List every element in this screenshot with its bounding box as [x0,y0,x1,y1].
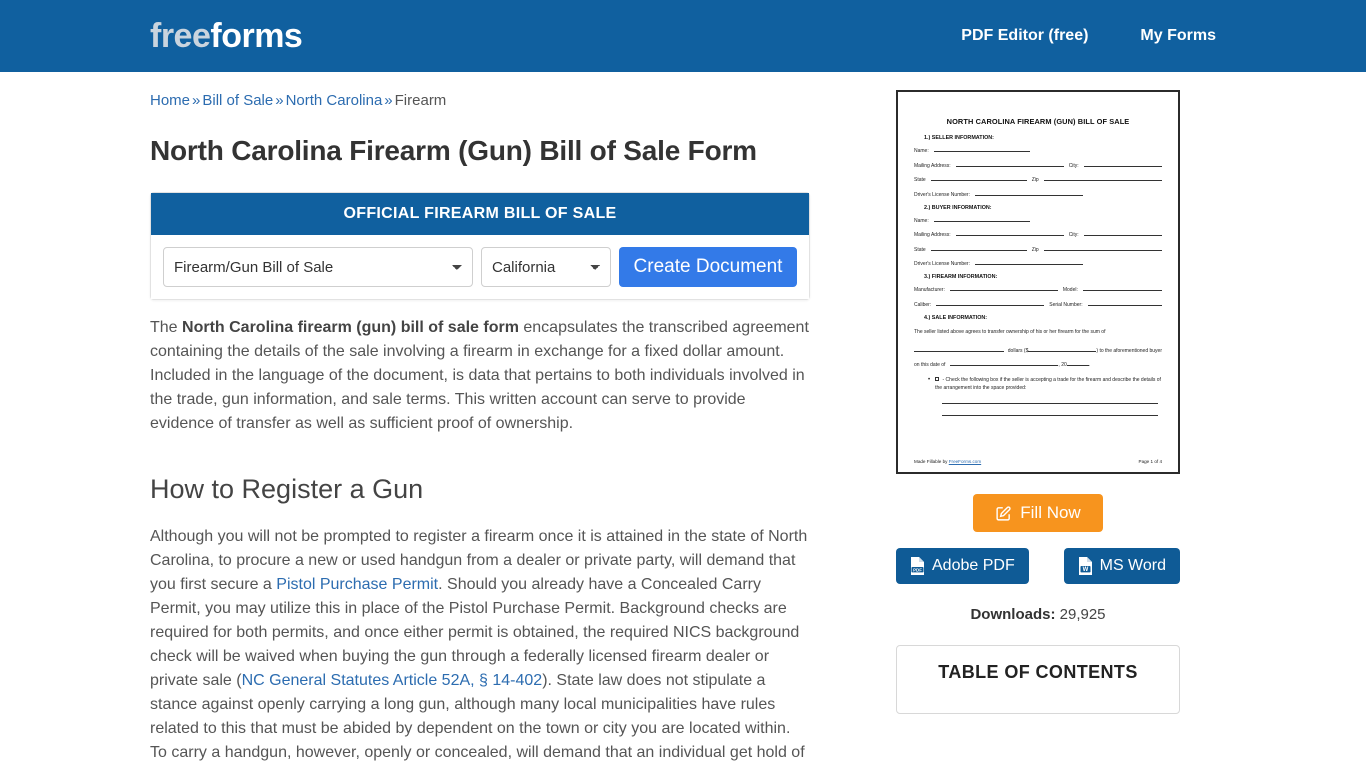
preview-section-buyer: 2.) BUYER INFORMATION: [924,204,992,211]
preview-label-name: Name: [914,148,929,154]
primary-nav: PDF Editor (free) My Forms [961,27,1216,45]
create-document-button[interactable]: Create Document [619,247,797,287]
preview-label-state: State [914,177,926,183]
link-nc-general-statutes[interactable]: NC General Statutes Article 52A, § 14-40… [242,672,543,689]
preview-field-dl: Driver's License Number: [914,190,1162,198]
section-heading-register-gun: How to Register a Gun [150,474,424,504]
preview-label-sale-year: , 20 [1058,362,1067,368]
svg-text:PDF: PDF [913,567,922,572]
preview-label-dl: Driver's License Number: [914,261,970,267]
breadcrumb-item-home[interactable]: Home [150,92,190,109]
preview-label-model: Model: [1062,287,1078,293]
preview-footer: Made Fillable by FreeForms.com Page 1 of… [914,459,1162,464]
table-of-contents-box: TABLE OF CONTENTS [896,645,1180,714]
preview-footer-left: Made Fillable by FreeForms.com [914,459,982,464]
bullet-dot-icon: • [928,377,931,383]
document-generator-widget: OFFICIAL FIREARM BILL OF SALE Firearm/Gu… [150,192,810,300]
document-preview-thumbnail[interactable]: NORTH CAROLINA FIREARM (GUN) BILL OF SAL… [896,90,1180,474]
breadcrumb-current: Firearm [394,92,447,109]
preview-label-name: Name: [914,217,929,224]
breadcrumb-item-north-carolina[interactable]: North Carolina [286,92,383,109]
preview-blank-line [942,415,1158,416]
preview-trade-bullet: • - Check the following box if the selle… [928,376,1162,392]
breadcrumb-item-bill-of-sale[interactable]: Bill of Sale [202,92,273,109]
section-paragraph: Although you will not be prompted to reg… [150,525,810,768]
pencil-square-icon [995,505,1012,522]
nav-item-pdf-editor[interactable]: PDF Editor (free) [961,27,1088,45]
breadcrumb-separator: » [275,92,284,109]
downloads-counter: Downloads: 29,925 [896,606,1180,623]
preview-label-city: City: [1068,162,1079,169]
preview-sale-amount: dollars ($ ) to the aforementioned buyer [914,346,1162,354]
preview-label-state: State [914,246,926,253]
sidebar: NORTH CAROLINA FIREARM (GUN) BILL OF SAL… [896,72,1180,768]
widget-form: Firearm/Gun Bill of Sale California Crea… [151,235,809,299]
preview-footer-page: Page 1 of 4 [1138,459,1163,464]
preview-label-dl: Driver's License Number: [914,191,970,198]
downloads-label: Downloads: [970,606,1056,623]
nav-item-my-forms[interactable]: My Forms [1140,27,1216,45]
pdf-file-icon: PDF [910,557,925,575]
preview-label-sale-date: on this date of [914,362,946,368]
preview-label-serial: Serial Number: [1049,301,1083,308]
preview-section-firearm: 3.) FIREARM INFORMATION: [924,274,998,280]
link-pistol-purchase-permit[interactable]: Pistol Purchase Permit [276,576,438,593]
download-ms-word-button[interactable]: W MS Word [1063,548,1180,584]
preview-section-sale: 4.) SALE INFORMATION: [924,314,988,321]
breadcrumb-separator: » [192,92,201,109]
main-content: Home» Bill of Sale» North Carolina» Firearm… [150,72,810,768]
preview-field-dl: Driver's License Number: [914,259,1162,267]
preview-field-mailing: Mailing Address: City: [914,230,1162,238]
download-buttons-row: PDF Adobe PDF W MS Word [896,548,1180,584]
checkbox-icon [935,377,940,381]
svg-text:W: W [1082,567,1088,573]
preview-field-manufacturer: Manufacturer: Model: [914,285,1162,293]
preview-label-caliber: Caliber: [914,301,932,308]
intro-paragraph: The North Carolina firearm (gun) bill of… [150,316,810,436]
logo-text-forms: forms [210,17,303,55]
widget-heading: OFFICIAL FIREARM BILL OF SALE [151,193,809,235]
preview-label-city: City: [1068,232,1079,238]
fill-now-button[interactable]: Fill Now [973,494,1103,532]
preview-field-mailing: Mailing Address: City: [914,161,1162,169]
preview-footer-link[interactable]: FreeForms.com [949,459,981,464]
logo-text-free: free [150,17,211,55]
document-type-select[interactable]: Firearm/Gun Bill of Sale [163,247,473,287]
page-container: Home» Bill of Sale» North Carolina» Firearm… [0,72,1366,768]
fill-now-label: Fill Now [1020,503,1081,522]
site-logo[interactable]: freeforms [150,17,303,55]
preview-field-state-zip: State Zip [914,245,1162,253]
preview-label-sale-p2: ) to the aforementioned buyer [1096,347,1163,354]
ms-word-label: MS Word [1099,557,1166,574]
preview-label-mailing: Mailing Address: [914,162,951,169]
site-header: freeforms PDF Editor (free) My Forms [0,0,1366,72]
preview-field-caliber: Caliber: Serial Number: [914,300,1162,308]
preview-label-mailing: Mailing Address: [914,232,951,238]
breadcrumb: Home» Bill of Sale» North Carolina» Firearm [150,90,810,111]
preview-label-zip: Zip [1031,177,1039,183]
preview-title: NORTH CAROLINA FIREARM (GUN) BILL OF SAL… [946,117,1130,126]
preview-bullet-text: - Check the following box if the seller … [935,377,1161,391]
preview-label-zip: Zip [1031,246,1039,253]
preview-section-seller: 1.) SELLER INFORMATION: [924,135,994,141]
breadcrumb-separator: » [384,92,393,109]
preview-label-manufacturer: Manufacturer: [914,287,945,293]
preview-field-name: Name: [914,146,1162,154]
intro-bold: North Carolina firearm (gun) bill of sal… [182,319,519,336]
preview-label-dollars: dollars ($ [1007,347,1029,354]
state-select[interactable]: California [481,247,611,287]
table-of-contents-title: TABLE OF CONTENTS [938,662,1138,682]
preview-sale-date: on this date of, 20. [914,362,1091,368]
intro-lead: The [150,319,183,336]
page-title: North Carolina Firearm (Gun) Bill of Sal… [150,135,757,166]
preview-sale-text: The seller listed above agrees to transf… [914,328,1106,335]
fill-now-row: Fill Now [896,494,1180,532]
adobe-pdf-label: Adobe PDF [932,557,1015,574]
downloads-count: 29,925 [1059,606,1106,623]
preview-blank-line [942,403,1158,404]
preview-field-name: Name: [914,216,1162,224]
download-adobe-pdf-button[interactable]: PDF Adobe PDF [896,548,1029,584]
word-file-icon: W [1078,557,1093,575]
preview-field-state-zip: State Zip [914,175,1162,183]
